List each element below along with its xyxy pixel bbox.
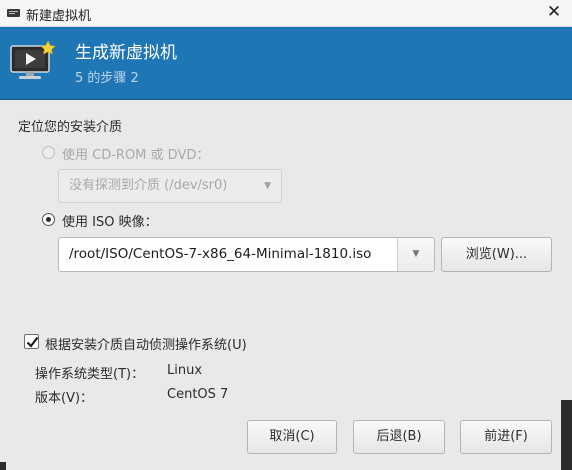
wizard-header: 生成新虚拟机 5 的步骤 2	[0, 27, 572, 100]
cdrom-radio-label: 使用 CD-ROM 或 DVD：	[62, 148, 210, 163]
auto-detect-label: 根据安装介质自动侦测操作系统(U)	[45, 338, 247, 353]
header-title: 生成新虚拟机	[75, 43, 177, 63]
header-step: 5 的步骤 2	[75, 71, 139, 86]
checkmark-icon	[26, 336, 39, 348]
cdrom-radio[interactable]	[42, 146, 55, 159]
iso-radio[interactable]	[42, 213, 55, 226]
window-title: 新建虚拟机	[26, 9, 92, 24]
os-type-value: Linux	[167, 363, 203, 378]
cancel-button[interactable]: 取消(C)	[247, 420, 337, 454]
cdrom-device-select[interactable]: 没有探测到介质 (/dev/sr0) ▼	[58, 169, 282, 203]
media-section-label: 定位您的安装介质	[18, 120, 123, 135]
cdrom-device-value: 没有探测到介质 (/dev/sr0)	[69, 178, 228, 193]
iso-radio-label: 使用 ISO 映像：	[62, 215, 158, 230]
browse-button[interactable]: 浏览(W)...	[441, 237, 552, 272]
iso-path-combo[interactable]: /root/ISO/CentOS-7-x86_64-Minimal-1810.i…	[58, 237, 435, 272]
close-button[interactable]: ✕	[544, 2, 564, 22]
app-icon	[7, 9, 20, 17]
os-type-label: 操作系统类型(T)：	[35, 367, 145, 382]
chevron-down-icon: ▼	[412, 249, 420, 259]
version-value: CentOS 7	[167, 387, 229, 402]
chevron-down-icon: ▼	[264, 181, 271, 191]
auto-detect-checkbox[interactable]	[24, 334, 39, 349]
forward-button[interactable]: 前进(F)	[460, 420, 552, 454]
iso-history-dropdown[interactable]: ▼	[397, 238, 434, 271]
window-titlebar: 新建虚拟机 ✕	[0, 0, 572, 27]
background-edge	[561, 400, 572, 470]
iso-path-input[interactable]: /root/ISO/CentOS-7-x86_64-Minimal-1810.i…	[69, 238, 371, 271]
back-button[interactable]: 后退(B)	[353, 420, 445, 454]
background-edge	[0, 462, 6, 470]
version-label: 版本(V)：	[35, 391, 94, 406]
vm-monitor-icon	[10, 41, 56, 79]
